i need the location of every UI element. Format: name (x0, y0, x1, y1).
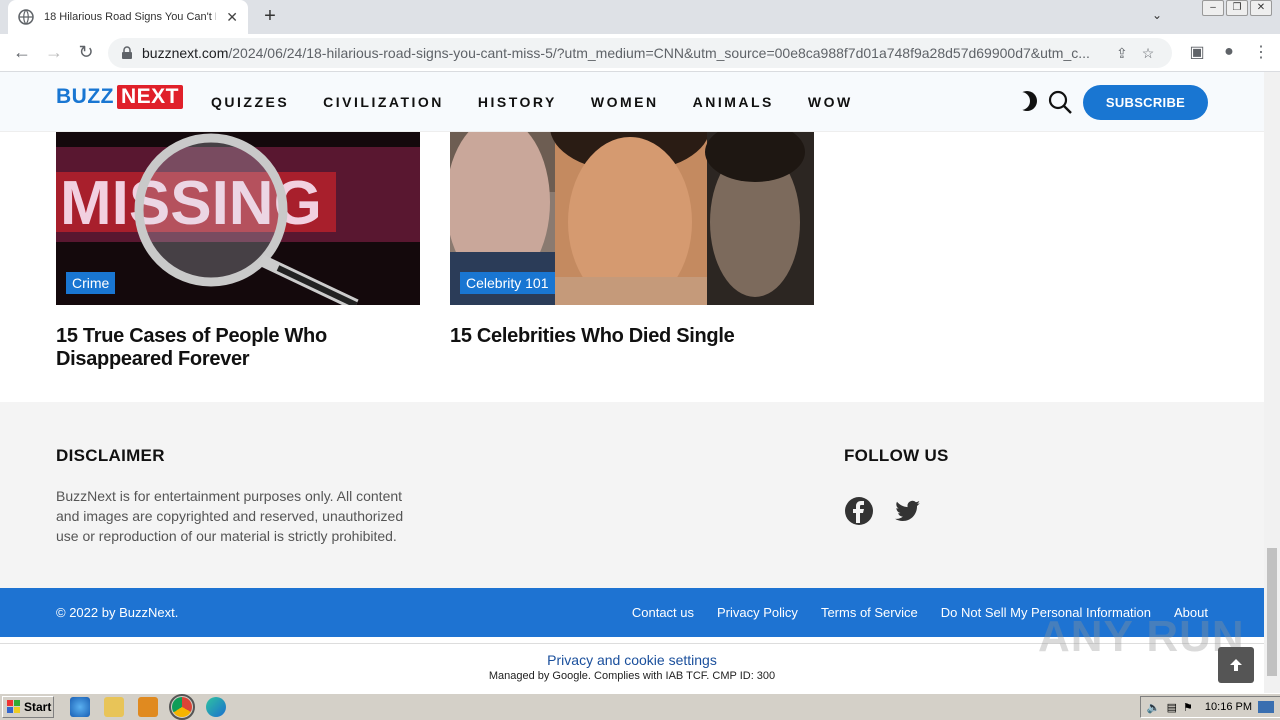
media-player-icon[interactable] (138, 697, 158, 717)
start-label: Start (24, 700, 52, 714)
logo-buzz: BUZZ (56, 85, 114, 108)
nav-item-history[interactable]: HISTORY (478, 94, 557, 110)
twitter-icon[interactable] (892, 496, 922, 526)
profile-icon[interactable]: ● (1218, 38, 1240, 66)
lock-icon (122, 46, 132, 59)
nav-item-wow[interactable]: WOW (808, 94, 853, 110)
show-desktop-icon[interactable] (1258, 701, 1274, 713)
window-controls: – ❐ ✕ (1202, 0, 1272, 16)
url-host: buzznext.com (142, 45, 229, 61)
restore-button[interactable]: ❐ (1226, 0, 1248, 16)
chrome-icon[interactable] (169, 694, 195, 720)
browser-toolbar: ← → ↻ buzznext.com/2024/06/24/18-hilario… (0, 34, 1280, 72)
edge-icon[interactable] (206, 697, 226, 717)
browser-tabbar: 18 Hilarious Road Signs You Can't Miss ✕… (0, 0, 1280, 34)
back-to-top-button[interactable] (1218, 647, 1254, 683)
footer-link-privacy[interactable]: Privacy Policy (717, 605, 798, 620)
logo-next: NEXT (117, 85, 184, 109)
start-button[interactable]: Start (2, 696, 54, 718)
url-path: /2024/06/24/18-hilarious-road-signs-you-… (228, 45, 1090, 61)
nav-item-animals[interactable]: ANIMALS (693, 94, 774, 110)
consent-subtitle: Managed by Google. Complies with IAB TCF… (488, 670, 776, 682)
windows-logo-icon (7, 700, 20, 713)
menu-kebab-icon[interactable]: ⋮ (1250, 38, 1272, 66)
nav-item-civilization[interactable]: CIVILIZATION (323, 94, 444, 110)
system-tray: 🔈 ▤ ⚑ 10:16 PM (1139, 696, 1280, 718)
article-thumbnail[interactable]: MISSING Crime (56, 132, 420, 305)
page-scrollbar[interactable] (1264, 72, 1280, 693)
nav-item-quizzes[interactable]: QUIZZES (211, 94, 289, 110)
site-header: BUZZ NEXT QUIZZES CIVILIZATION HISTORY W… (0, 72, 1264, 132)
new-tab-button[interactable]: + (260, 4, 280, 28)
clock[interactable]: 10:16 PM (1205, 701, 1252, 713)
article-card[interactable]: Celebrity 101 15 Celebrities Who Died Si… (450, 132, 814, 348)
address-bar[interactable]: buzznext.com/2024/06/24/18-hilarious-roa… (108, 38, 1172, 68)
main-nav: QUIZZES CIVILIZATION HISTORY WOMEN ANIMA… (211, 94, 853, 110)
close-tab-icon[interactable]: ✕ (226, 9, 238, 26)
site-logo[interactable]: BUZZ NEXT (56, 85, 184, 109)
article-thumbnail[interactable]: Celebrity 101 (450, 132, 814, 305)
nav-item-women[interactable]: WOMEN (591, 94, 659, 110)
folder-icon[interactable] (104, 697, 124, 717)
dark-mode-toggle-icon[interactable] (1016, 90, 1038, 112)
back-icon[interactable]: ← (6, 37, 38, 69)
tab-title: 18 Hilarious Road Signs You Can't Miss (44, 11, 216, 23)
category-badge[interactable]: Crime (66, 272, 116, 294)
article-title[interactable]: 15 True Cases of People Who Disappeared … (56, 325, 420, 371)
arrow-up-icon (1230, 659, 1242, 671)
footer-link-contact[interactable]: Contact us (632, 605, 694, 620)
article-card[interactable]: MISSING Crime 15 True Cases of People Wh… (56, 132, 420, 371)
url-text: buzznext.com/2024/06/24/18-hilarious-roa… (142, 45, 1102, 61)
bookmark-star-icon[interactable]: ☆ (1142, 45, 1155, 62)
close-window-button[interactable]: ✕ (1250, 0, 1272, 16)
windows-taskbar: Start 🔈 ▤ ⚑ 10:16 PM (0, 693, 1280, 720)
network-icon[interactable]: ▤ (1167, 701, 1177, 714)
disclaimer-text: BuzzNext is for entertainment purposes o… (56, 488, 404, 544)
volume-icon[interactable]: 🔈 (1147, 701, 1161, 714)
footer-link-terms[interactable]: Terms of Service (821, 605, 918, 620)
flag-icon[interactable]: ⚑ (1183, 701, 1193, 714)
forward-icon[interactable]: → (38, 37, 70, 69)
facebook-icon[interactable] (844, 496, 874, 526)
subscribe-button[interactable]: SUBSCRIBE (1083, 85, 1208, 120)
anyrun-watermark: ANY RUN (1038, 612, 1245, 661)
minimize-button[interactable]: – (1202, 0, 1224, 16)
follow-us-heading: FOLLOW US (844, 446, 949, 465)
copyright-text: © 2022 by BuzzNext. (56, 605, 179, 620)
social-links (844, 496, 922, 526)
reload-icon[interactable]: ↻ (70, 37, 102, 69)
tab-search-icon[interactable]: ⌄ (1152, 8, 1162, 22)
scrollbar-thumb[interactable] (1267, 548, 1277, 676)
disclaimer-heading: DISCLAIMER (56, 446, 165, 465)
page-viewport: MISSING Crime 15 True Cases of People Wh… (0, 72, 1264, 693)
article-title[interactable]: 15 Celebrities Who Died Single (450, 325, 814, 348)
search-icon[interactable] (1048, 90, 1072, 114)
side-panel-icon[interactable]: ▣ (1186, 38, 1208, 66)
category-badge[interactable]: Celebrity 101 (460, 272, 555, 294)
share-icon[interactable]: ⇪ (1116, 45, 1128, 62)
browser-tab[interactable]: 18 Hilarious Road Signs You Can't Miss ✕ (8, 0, 248, 34)
ie-icon[interactable] (70, 697, 90, 717)
site-footer: DISCLAIMER BuzzNext is for entertainment… (0, 402, 1264, 588)
globe-icon (18, 9, 34, 25)
